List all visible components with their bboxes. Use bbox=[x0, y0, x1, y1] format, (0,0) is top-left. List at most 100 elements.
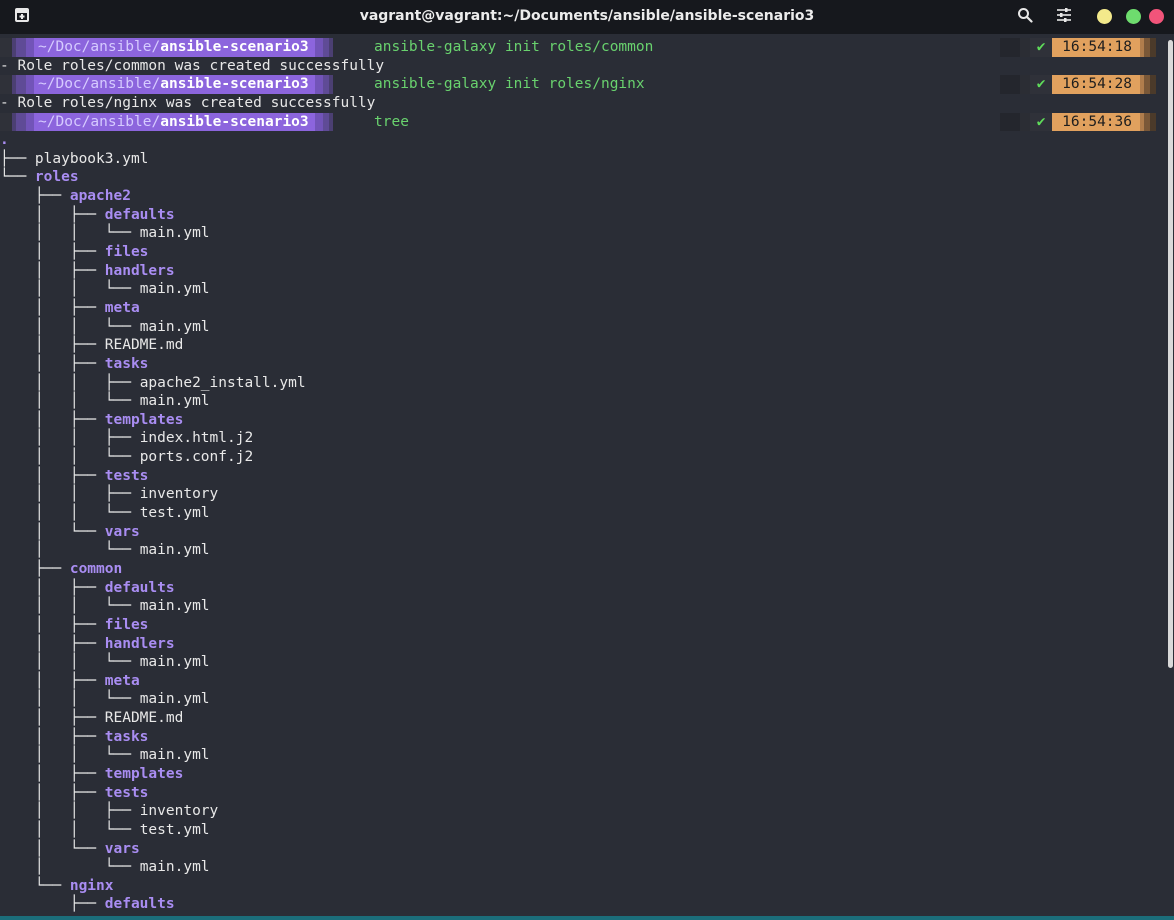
tree-branch: │ ├── bbox=[0, 355, 105, 372]
menu-button[interactable] bbox=[1050, 0, 1078, 34]
tree-file-row: │ ├── README.md bbox=[0, 336, 1168, 355]
file-name: test.yml bbox=[139, 505, 210, 522]
success-check-icon: ✔ bbox=[1030, 112, 1053, 132]
tree-branch: ├── bbox=[0, 560, 70, 577]
prompt-time: 16:54:36 bbox=[1052, 112, 1140, 132]
tree-branch: │ │ └── bbox=[0, 821, 140, 838]
file-name: main.yml bbox=[139, 542, 210, 559]
tree-directory-row: │ └── vars bbox=[0, 523, 1168, 542]
directory-name: defaults bbox=[104, 206, 175, 223]
tree-branch: │ └── bbox=[0, 840, 105, 857]
directory-name: meta bbox=[104, 672, 140, 689]
tree-directory-row: │ ├── templates bbox=[0, 411, 1168, 430]
tree-branch: │ │ └── bbox=[0, 598, 140, 615]
new-tab-icon bbox=[14, 7, 30, 28]
tree-file-row: │ │ └── main.yml bbox=[0, 280, 1168, 299]
tree-directory-row: │ └── vars bbox=[0, 840, 1168, 859]
directory-name: meta bbox=[104, 299, 140, 316]
tree-directory-row: │ ├── tests bbox=[0, 784, 1168, 803]
prompt-path-segment: ~/Doc/ansible/ansible-scenario3 bbox=[0, 75, 333, 94]
window-bottom-edge bbox=[0, 916, 1174, 920]
tree-branch: │ │ ├── bbox=[0, 803, 140, 820]
minimize-button[interactable] bbox=[1097, 9, 1112, 24]
new-tab-button[interactable] bbox=[9, 0, 35, 34]
prompt-path-segment: ~/Doc/ansible/ansible-scenario3 bbox=[0, 38, 333, 57]
terminal-window: vagrant@vagrant:~/Documents/ansible/ansi… bbox=[0, 0, 1174, 920]
tree-directory-row: . bbox=[0, 131, 1168, 150]
tree-branch: │ ├── bbox=[0, 299, 105, 316]
file-name: main.yml bbox=[139, 747, 210, 764]
prompt-time: 16:54:28 bbox=[1052, 75, 1140, 94]
tree-branch: │ │ └── bbox=[0, 318, 140, 335]
tree-file-row: │ │ └── test.yml bbox=[0, 821, 1168, 840]
file-name: main.yml bbox=[139, 393, 210, 410]
file-name: inventory bbox=[139, 486, 219, 503]
tree-directory-row: ├── common bbox=[0, 560, 1168, 579]
tree-branch: │ │ └── bbox=[0, 281, 140, 298]
directory-name: . bbox=[0, 132, 9, 149]
tree-branch: └── bbox=[0, 169, 35, 186]
success-check-icon: ✔ bbox=[1030, 38, 1053, 57]
prompt-path: ~/Doc/ansible/ansible-scenario3 bbox=[34, 112, 315, 132]
tree-directory-row: ├── defaults bbox=[0, 895, 1168, 914]
tree-branch: │ │ └── bbox=[0, 691, 140, 708]
tree-directory-row: │ ├── tasks bbox=[0, 355, 1168, 374]
tree-branch: │ ├── bbox=[0, 635, 105, 652]
tree-branch: │ ├── bbox=[0, 765, 105, 782]
maximize-button[interactable] bbox=[1126, 9, 1141, 24]
file-name: main.yml bbox=[139, 598, 210, 615]
tree-branch: │ │ └── bbox=[0, 393, 140, 410]
tree-file-row: │ │ └── ports.conf.j2 bbox=[0, 448, 1168, 467]
tree-branch: └── bbox=[0, 877, 70, 894]
directory-name: handlers bbox=[104, 262, 175, 279]
tree-branch: │ └── bbox=[0, 859, 140, 876]
tree-directory-row: │ ├── tasks bbox=[0, 728, 1168, 747]
directory-name: files bbox=[104, 616, 149, 633]
tree-file-row: │ │ └── main.yml bbox=[0, 318, 1168, 337]
scrollbar-thumb[interactable] bbox=[1168, 40, 1173, 668]
tree-file-row: │ │ └── main.yml bbox=[0, 653, 1168, 672]
window-title: vagrant@vagrant:~/Documents/ansible/ansi… bbox=[359, 8, 815, 24]
prompt-status-segment: ✔ 16:54:28 bbox=[1000, 75, 1156, 94]
command-text: tree bbox=[374, 113, 409, 130]
tree-branch: │ └── bbox=[0, 523, 105, 540]
tree-directory-row: │ ├── files bbox=[0, 243, 1168, 262]
tree-branch: │ ├── bbox=[0, 616, 105, 633]
tree-branch: │ │ └── bbox=[0, 505, 140, 522]
tree-directory-row: │ ├── meta bbox=[0, 672, 1168, 691]
search-button[interactable] bbox=[1012, 0, 1038, 34]
tree-branch: │ ├── bbox=[0, 784, 105, 801]
scrollbar[interactable] bbox=[1168, 38, 1173, 920]
tree-file-row: │ ├── README.md bbox=[0, 709, 1168, 728]
directory-name: tasks bbox=[104, 728, 149, 745]
directory-name: templates bbox=[104, 765, 184, 782]
file-name: main.yml bbox=[139, 859, 210, 876]
file-name: playbook3.yml bbox=[34, 150, 149, 167]
file-name: inventory bbox=[139, 803, 219, 820]
tree-file-row: │ │ └── test.yml bbox=[0, 504, 1168, 523]
tree-branch: │ ├── bbox=[0, 579, 105, 596]
tree-directory-row: │ ├── handlers bbox=[0, 262, 1168, 281]
directory-name: vars bbox=[104, 523, 140, 540]
prompt-line: ~/Doc/ansible/ansible-scenario3 tree ✔ 1… bbox=[0, 112, 1168, 132]
directory-name: tasks bbox=[104, 355, 149, 372]
tree-file-row: ├── playbook3.yml bbox=[0, 150, 1168, 169]
tree-file-row: │ │ └── main.yml bbox=[0, 392, 1168, 411]
file-name: main.yml bbox=[139, 654, 210, 671]
tree-branch: ├── bbox=[0, 188, 70, 205]
directory-name: nginx bbox=[69, 877, 114, 894]
tree-branch: │ ├── bbox=[0, 728, 105, 745]
tree-output: . ├── playbook3.yml └── roles ├── apache2 … bbox=[0, 131, 1168, 914]
close-button[interactable] bbox=[1149, 9, 1164, 24]
tree-directory-row: │ ├── handlers bbox=[0, 635, 1168, 654]
directory-name: tests bbox=[104, 784, 149, 801]
directory-name: templates bbox=[104, 411, 184, 428]
tree-file-row: │ │ └── main.yml bbox=[0, 690, 1168, 709]
prompt-path-segment: ~/Doc/ansible/ansible-scenario3 bbox=[0, 112, 333, 132]
tree-branch: │ ├── bbox=[0, 710, 105, 727]
tree-directory-row: │ ├── files bbox=[0, 616, 1168, 635]
tree-file-row: │ │ ├── index.html.j2 bbox=[0, 429, 1168, 448]
prompt-path: ~/Doc/ansible/ansible-scenario3 bbox=[34, 38, 315, 57]
tree-file-row: │ │ └── main.yml bbox=[0, 224, 1168, 243]
terminal-output[interactable]: ~/Doc/ansible/ansible-scenario3 ansible-… bbox=[0, 38, 1168, 920]
